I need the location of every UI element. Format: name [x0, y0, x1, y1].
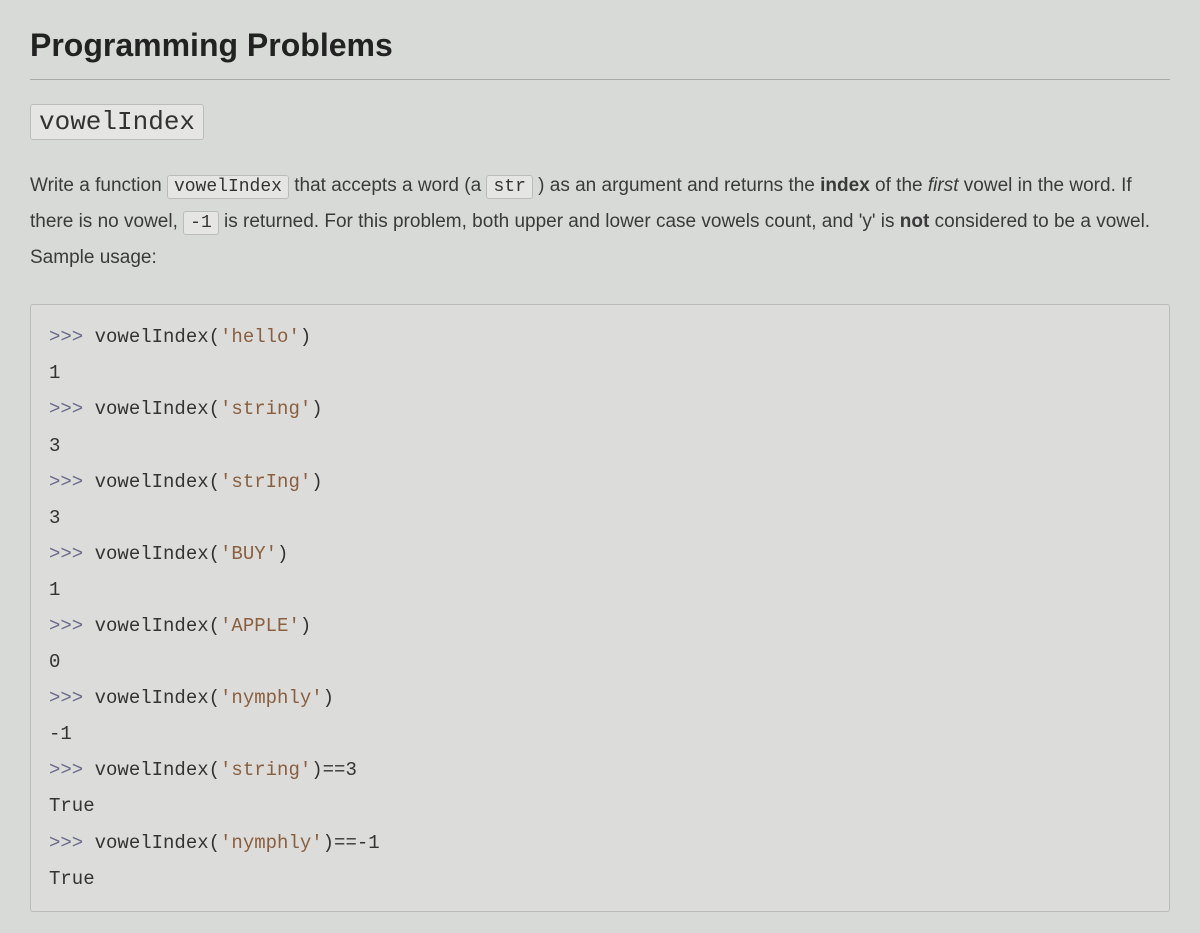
desc-text: is returned. For this problem, both uppe…: [219, 211, 900, 232]
repl-prompt: >>>: [49, 759, 95, 781]
repl-string-arg: 'strIng': [220, 471, 311, 493]
repl-call: vowelIndex(: [95, 398, 220, 420]
repl-call: vowelIndex(: [95, 543, 220, 565]
sample-usage-code-block: >>> vowelIndex('hello') 1 >>> vowelIndex…: [30, 304, 1170, 912]
repl-call: vowelIndex(: [95, 687, 220, 709]
problem-description: Write a function vowelIndex that accepts…: [30, 168, 1170, 276]
repl-output: 1: [49, 579, 60, 601]
repl-prompt: >>>: [49, 471, 95, 493]
desc-em-first: first: [928, 175, 959, 196]
repl-call-end: ): [311, 471, 322, 493]
desc-bold-index: index: [820, 175, 870, 196]
inline-code-function: vowelIndex: [167, 175, 289, 199]
repl-output: 0: [49, 651, 60, 673]
desc-text: that accepts a word (a: [289, 175, 487, 196]
repl-output: -1: [49, 723, 72, 745]
repl-output: 3: [49, 435, 60, 457]
repl-prompt: >>>: [49, 398, 95, 420]
inline-code-str: str: [486, 175, 532, 199]
repl-call-end: ): [311, 398, 322, 420]
repl-call-end: ): [300, 615, 311, 637]
function-name-code: vowelIndex: [30, 104, 204, 140]
repl-prompt: >>>: [49, 326, 95, 348]
repl-call-end: )==3: [311, 759, 357, 781]
inline-code-neg1: -1: [183, 211, 219, 235]
repl-string-arg: 'BUY': [220, 543, 277, 565]
repl-call-end: )==-1: [323, 832, 380, 854]
desc-bold-not: not: [900, 211, 930, 232]
repl-string-arg: 'string': [220, 759, 311, 781]
repl-output: True: [49, 795, 95, 817]
repl-output: True: [49, 868, 95, 890]
repl-call: vowelIndex(: [95, 326, 220, 348]
repl-string-arg: 'nymphly': [220, 832, 323, 854]
repl-output: 1: [49, 362, 60, 384]
repl-call: vowelIndex(: [95, 471, 220, 493]
desc-text: of the: [870, 175, 928, 196]
repl-prompt: >>>: [49, 832, 95, 854]
page-heading: Programming Problems: [30, 20, 1170, 80]
repl-string-arg: 'string': [220, 398, 311, 420]
repl-call-end: ): [323, 687, 334, 709]
desc-text: ) as an argument and returns the: [533, 175, 820, 196]
repl-string-arg: 'hello': [220, 326, 300, 348]
repl-string-arg: 'APPLE': [220, 615, 300, 637]
repl-call-end: ): [300, 326, 311, 348]
repl-call: vowelIndex(: [95, 832, 220, 854]
repl-prompt: >>>: [49, 543, 95, 565]
repl-call-end: ): [277, 543, 288, 565]
document-container: Programming Problems vowelIndex Write a …: [30, 20, 1170, 912]
desc-text: Write a function: [30, 175, 167, 196]
repl-call: vowelIndex(: [95, 615, 220, 637]
function-heading: vowelIndex: [30, 98, 1170, 144]
repl-call: vowelIndex(: [95, 759, 220, 781]
repl-prompt: >>>: [49, 687, 95, 709]
repl-string-arg: 'nymphly': [220, 687, 323, 709]
repl-prompt: >>>: [49, 615, 95, 637]
repl-output: 3: [49, 507, 60, 529]
